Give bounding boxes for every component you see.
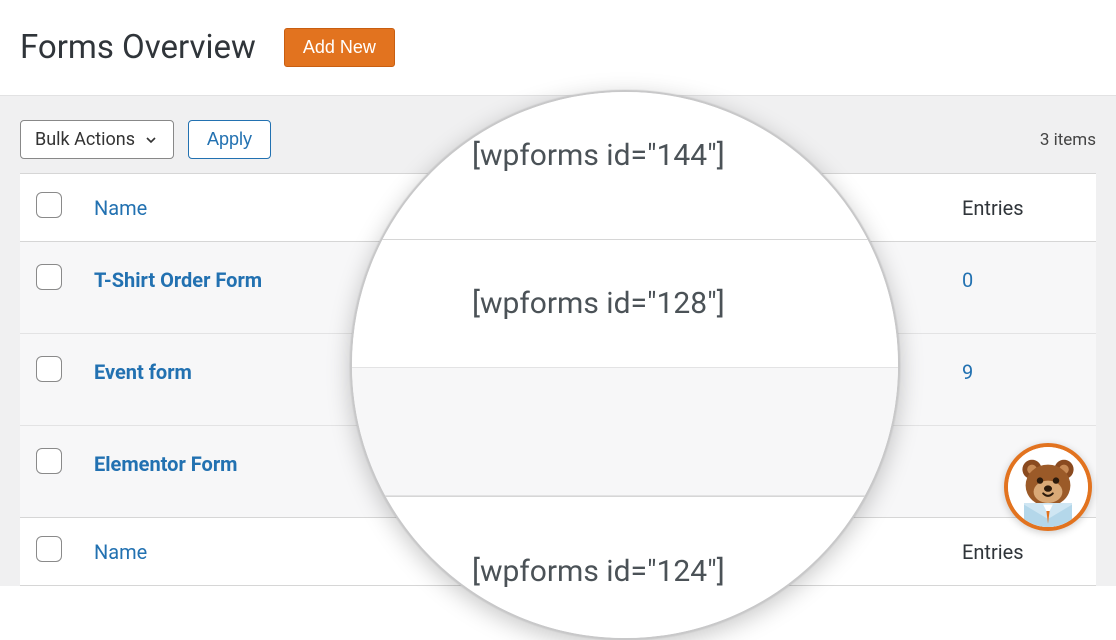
magnified-row: [352, 368, 898, 496]
magnified-row: [wpforms id="124"]: [352, 496, 898, 640]
form-name-link[interactable]: Elementor Form: [94, 452, 237, 476]
form-name-link[interactable]: Event form: [94, 360, 192, 384]
shortcode-text: [wpforms id="124"]: [472, 554, 725, 589]
magnified-row: [wpforms id="128"]: [352, 240, 898, 368]
select-all-checkbox[interactable]: [36, 192, 62, 218]
column-footer-entries[interactable]: Entries: [946, 518, 1096, 586]
row-checkbox[interactable]: [36, 448, 62, 474]
chevron-down-icon: [143, 132, 159, 148]
entries-link[interactable]: 0: [962, 268, 973, 292]
magnifier-overlay: [wpforms id="144"] [wpforms id="128"] [w…: [350, 90, 900, 640]
shortcode-text: [wpforms id="144"]: [472, 138, 725, 173]
help-avatar-button[interactable]: [1004, 443, 1092, 531]
add-new-button[interactable]: Add New: [284, 28, 395, 67]
page-header: Forms Overview Add New: [0, 0, 1116, 95]
magnified-row: [wpforms id="144"]: [352, 90, 898, 240]
apply-button[interactable]: Apply: [188, 120, 271, 159]
entries-link[interactable]: 9: [962, 360, 973, 384]
form-name-link[interactable]: T-Shirt Order Form: [94, 268, 262, 292]
items-count: 3 items: [1040, 130, 1096, 150]
toolbar-left: Bulk Actions Apply: [20, 120, 271, 159]
bulk-actions-label: Bulk Actions: [35, 129, 135, 150]
page-title: Forms Overview: [20, 28, 256, 67]
bear-icon: [1008, 447, 1088, 527]
row-checkbox[interactable]: [36, 356, 62, 382]
column-header-entries[interactable]: Entries: [946, 174, 1096, 242]
row-checkbox[interactable]: [36, 264, 62, 290]
shortcode-text: [wpforms id="128"]: [472, 286, 725, 321]
bulk-actions-select[interactable]: Bulk Actions: [20, 120, 174, 159]
select-all-checkbox-bottom[interactable]: [36, 536, 62, 562]
